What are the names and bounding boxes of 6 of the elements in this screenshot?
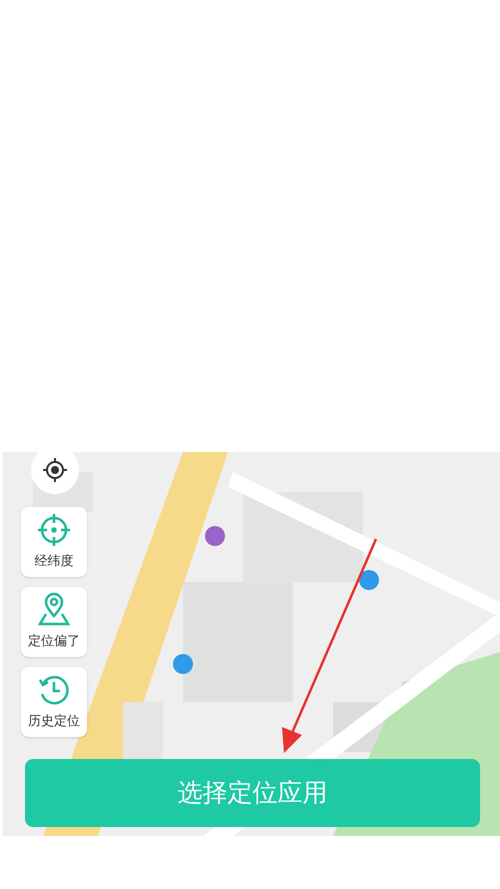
crosshair-icon bbox=[36, 512, 72, 548]
tool-button[interactable]: 经纬度 bbox=[21, 507, 87, 577]
tool-button[interactable]: 历史定位 bbox=[21, 667, 87, 737]
tool-button[interactable]: 定位偏了 bbox=[21, 587, 87, 657]
locate-icon bbox=[42, 457, 68, 483]
map-pin-icon bbox=[36, 592, 72, 628]
